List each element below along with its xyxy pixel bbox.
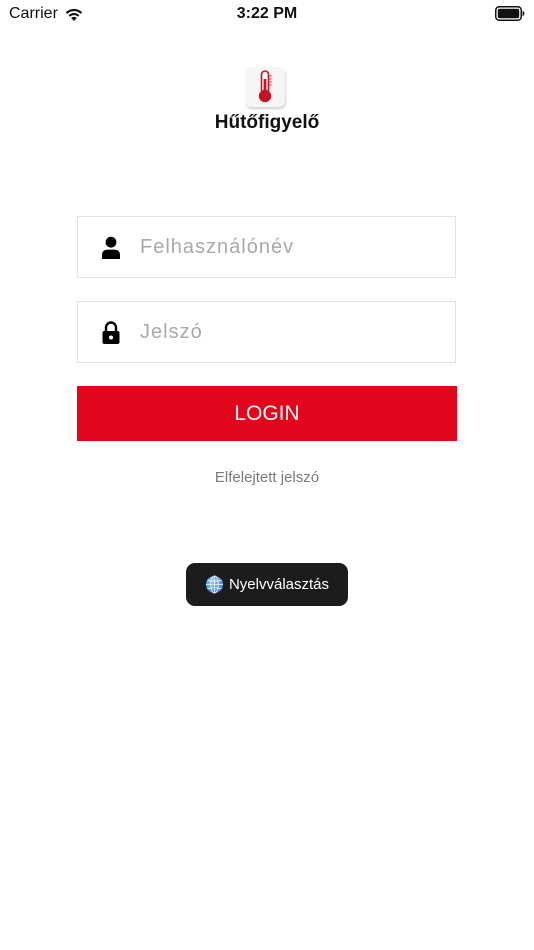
username-field[interactable] [77, 216, 456, 278]
language-select-button[interactable]: Nyelvválasztás [186, 563, 348, 606]
thermometer-icon [258, 70, 272, 103]
password-input[interactable] [140, 302, 440, 362]
login-button[interactable]: LOGIN [77, 386, 457, 441]
battery-icon [495, 6, 525, 21]
status-time: 3:22 PM [236, 5, 298, 22]
app-logo [245, 67, 285, 107]
username-input[interactable] [140, 217, 440, 277]
app-title: Hűtőfigyelő [214, 112, 320, 133]
forgot-password-link[interactable]: Elfelejtett jelszó [0, 469, 534, 486]
lock-icon [102, 321, 120, 344]
user-icon [102, 236, 120, 259]
status-bar: Carrier 3:22 PM [0, 0, 534, 28]
password-field[interactable] [77, 301, 456, 363]
login-screen: Carrier 3:22 PM Hűtőfigyelő Felhasználón… [0, 0, 534, 950]
globe-icon [205, 575, 224, 594]
language-button-label: Nyelvválasztás [228, 576, 330, 593]
